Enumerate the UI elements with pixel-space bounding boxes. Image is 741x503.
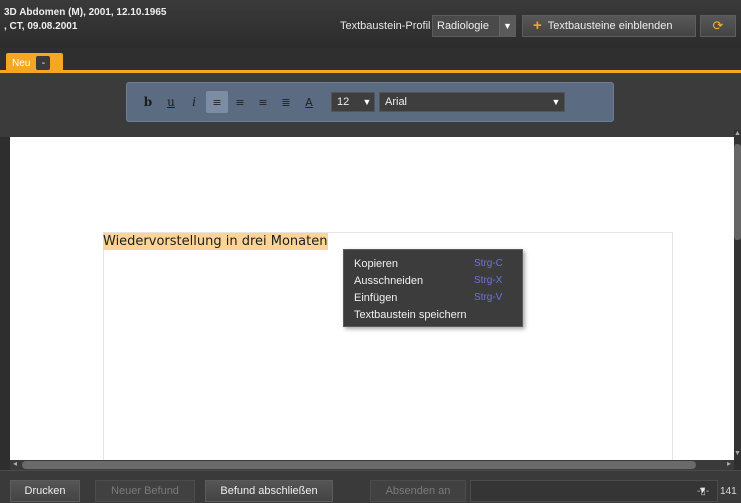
menu-item-label: Ausschneiden — [354, 274, 424, 287]
context-menu: Kopieren Strg-C Ausschneiden Strg-X Einf… — [343, 249, 523, 327]
horizontal-scroll-thumb[interactable] — [22, 461, 696, 469]
profile-select-value: Radiologie — [437, 20, 489, 32]
align-justify-button[interactable]: ≣ — [275, 91, 297, 113]
tab-new-label: Neu — [12, 57, 31, 69]
scroll-left-icon[interactable]: ◂ — [10, 459, 20, 468]
chevron-down-icon[interactable]: ▼ — [499, 16, 515, 36]
align-left-button[interactable]: ≡ — [206, 91, 228, 113]
recipient-select[interactable]: ▼ — [470, 480, 718, 502]
vertical-scrollbar[interactable]: ▲ ▼ — [734, 130, 741, 460]
underline-button[interactable]: u — [160, 91, 182, 113]
bold-button[interactable]: b — [137, 91, 159, 113]
show-textblocks-button[interactable]: + Textbausteine einblenden — [522, 15, 696, 37]
patient-info-line1: 3D Abdomen (M), 2001, 12.10.1965 — [4, 7, 167, 18]
scroll-down-icon[interactable]: ▼ — [734, 450, 741, 460]
editor-toolbar-area: b u i ≡ ≡ ≡ ≣ A 12 ▼ Arial ▼ — [0, 73, 741, 137]
chevron-down-icon: ▼ — [551, 97, 561, 107]
vertical-scroll-thumb[interactable] — [734, 144, 741, 240]
menu-item-label: Einfügen — [354, 291, 398, 304]
underline-icon: u — [167, 95, 175, 109]
italic-button[interactable]: i — [183, 91, 205, 113]
profile-select[interactable]: Radiologie ▼ — [432, 15, 516, 37]
menu-item-label: Kopieren — [354, 257, 399, 270]
zoom-value: 141 — [720, 486, 737, 497]
scroll-right-icon[interactable]: ▸ — [724, 459, 734, 468]
menu-item-shortcut: Strg-V — [474, 292, 503, 303]
refresh-icon: ⟳ — [712, 18, 724, 33]
print-button[interactable]: Drucken — [10, 480, 80, 502]
format-toolbar: b u i ≡ ≡ ≡ ≣ A 12 ▼ Arial ▼ — [126, 82, 614, 122]
text-color-icon: A — [305, 95, 313, 109]
send-to-button[interactable]: Absenden an — [370, 480, 466, 502]
finish-report-button[interactable]: Befund abschließen — [205, 480, 333, 502]
show-textblocks-label: Textbausteine einblenden — [547, 20, 673, 32]
bottom-bar: Drucken Neuer Befund Befund abschließen … — [0, 470, 741, 503]
bold-icon: b — [143, 95, 153, 109]
font-size-select[interactable]: 12 ▼ — [331, 92, 375, 112]
italic-icon: i — [192, 95, 196, 109]
plus-icon: + — [533, 17, 542, 34]
new-report-button[interactable]: Neuer Befund — [95, 480, 195, 502]
menu-item-copy[interactable]: Kopieren Strg-C — [344, 255, 522, 272]
align-center-icon: ≡ — [235, 95, 245, 109]
menu-item-shortcut: Strg-C — [474, 258, 503, 269]
align-center-button[interactable]: ≡ — [229, 91, 251, 113]
chevron-down-icon: ▼ — [362, 97, 372, 107]
align-justify-icon: ≣ — [281, 95, 291, 109]
menu-item-save-textblock[interactable]: Textbaustein speichern — [344, 306, 522, 323]
zoom-slider-icon[interactable]: -▯- — [697, 486, 709, 497]
profile-label: Textbaustein-Profil — [340, 20, 431, 32]
tab-new[interactable]: Neu - — [6, 53, 63, 73]
font-family-select[interactable]: Arial ▼ — [379, 92, 565, 112]
patient-info: 3D Abdomen (M), 2001, 12.10.1965 , CT, 0… — [4, 6, 166, 34]
header-bar: 3D Abdomen (M), 2001, 12.10.1965 , CT, 0… — [0, 0, 741, 48]
font-family-value: Arial — [385, 96, 408, 108]
refresh-button[interactable]: ⟳ — [700, 15, 736, 37]
tab-bar: Neu - — [0, 48, 741, 73]
tab-close-button[interactable]: - — [36, 56, 51, 70]
patient-info-line2: , CT, 09.08.2001 — [4, 21, 78, 32]
menu-item-paste[interactable]: Einfügen Strg-V — [344, 289, 522, 306]
font-size-value: 12 — [337, 96, 350, 108]
align-right-button[interactable]: ≡ — [252, 91, 274, 113]
align-right-icon: ≡ — [258, 95, 268, 109]
selected-text[interactable]: Wiedervorstellung in drei Monaten — [103, 233, 329, 250]
text-color-button[interactable]: A — [298, 91, 320, 113]
menu-item-shortcut: Strg-X — [474, 275, 503, 286]
menu-item-cut[interactable]: Ausschneiden Strg-X — [344, 272, 522, 289]
menu-item-label: Textbaustein speichern — [354, 308, 467, 321]
scroll-up-icon[interactable]: ▲ — [734, 130, 741, 140]
align-left-icon: ≡ — [212, 95, 222, 109]
horizontal-scrollbar[interactable]: ◂ ▸ — [10, 459, 734, 470]
